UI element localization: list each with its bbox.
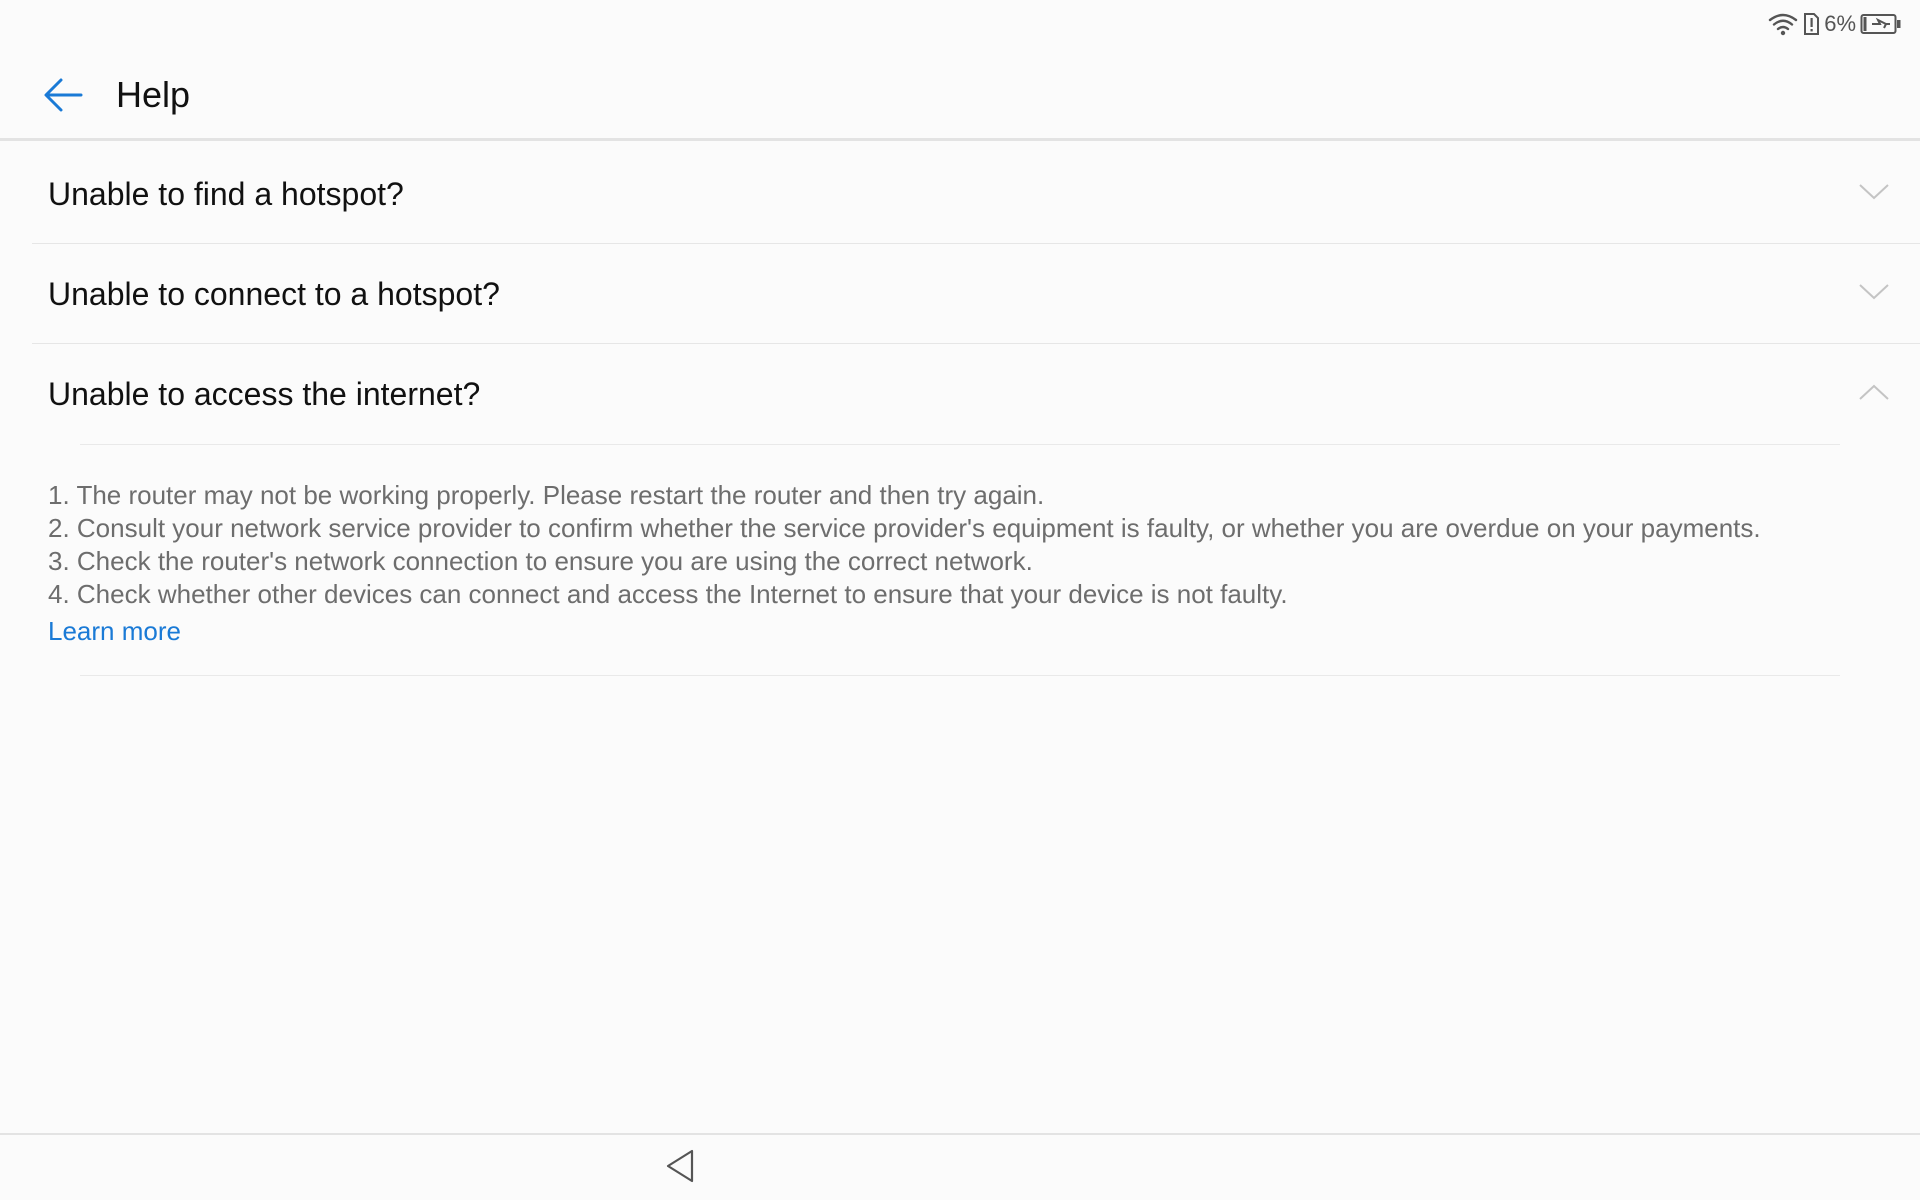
chevron-down-icon <box>1858 282 1890 307</box>
app-bar: Help <box>0 48 1920 141</box>
faq-item: Unable to connect to a hotspot? <box>0 244 1920 344</box>
faq-question: Unable to access the internet? <box>48 376 481 412</box>
page-title: Help <box>116 74 191 115</box>
faq-header-connect-hotspot[interactable]: Unable to connect to a hotspot? <box>0 244 1920 344</box>
divider <box>80 675 1840 676</box>
status-bar: 6% <box>0 0 1920 48</box>
learn-more-link[interactable]: Learn more <box>48 613 181 649</box>
collapse-toggle[interactable] <box>1848 368 1900 420</box>
faq-answer: 1. The router may not be working properl… <box>0 445 1920 649</box>
status-icons: 6% <box>1768 10 1902 38</box>
faq-list: Unable to find a hotspot? Unable to conn… <box>0 144 1920 676</box>
chevron-down-icon <box>1858 182 1890 207</box>
answer-line: 2. Consult your network service provider… <box>48 513 1761 543</box>
answer-line: 3. Check the router's network connection… <box>48 546 1033 576</box>
battery-charging-icon <box>1860 13 1902 35</box>
faq-question: Unable to find a hotspot? <box>48 176 404 212</box>
faq-item: Unable to access the internet? 1. The ro… <box>0 344 1920 676</box>
faq-header-find-hotspot[interactable]: Unable to find a hotspot? <box>0 144 1920 244</box>
nav-back-button[interactable] <box>660 1145 700 1191</box>
chevron-up-icon <box>1858 382 1890 407</box>
back-button[interactable] <box>34 68 92 126</box>
sim-alert-icon <box>1802 12 1820 36</box>
answer-line: 1. The router may not be working properl… <box>48 480 1045 510</box>
navigation-bar <box>0 1133 1920 1200</box>
expand-toggle[interactable] <box>1848 168 1900 220</box>
expand-toggle[interactable] <box>1848 268 1900 320</box>
faq-item: Unable to find a hotspot? <box>0 144 1920 244</box>
faq-header-access-internet[interactable]: Unable to access the internet? <box>0 344 1920 444</box>
arrow-left-icon <box>41 75 85 120</box>
answer-line: 4. Check whether other devices can conne… <box>48 579 1288 609</box>
triangle-back-icon <box>664 1148 696 1189</box>
battery-percent: 6% <box>1824 11 1856 36</box>
faq-question: Unable to connect to a hotspot? <box>48 276 500 312</box>
wifi-icon <box>1768 12 1798 36</box>
